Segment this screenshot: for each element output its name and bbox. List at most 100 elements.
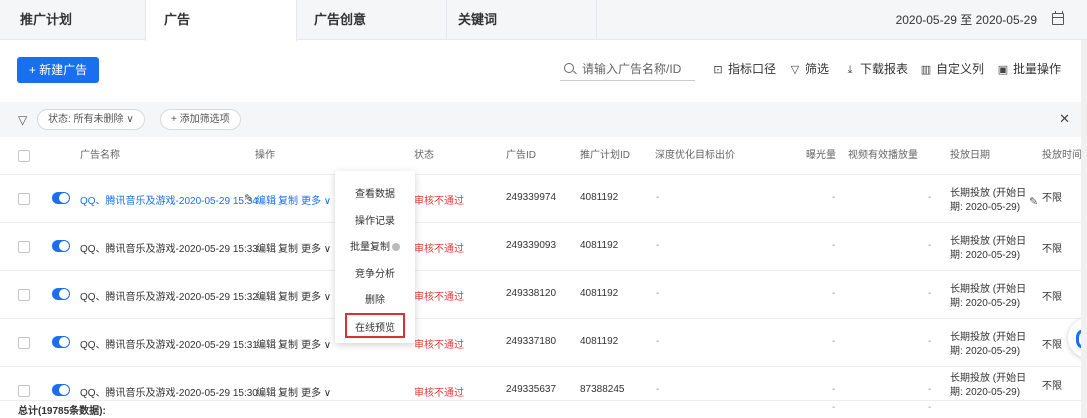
search-input[interactable] <box>582 59 692 79</box>
ad-name[interactable]: QQ、腾讯音乐及游戏-2020-05-29 15:31 <box>80 336 258 351</box>
ad-toggle[interactable] <box>52 240 70 252</box>
add-filter-button[interactable]: + 添加筛选项 <box>160 109 241 130</box>
help-icon <box>392 243 400 252</box>
impressions: - <box>832 384 836 395</box>
video-plays: - <box>928 192 932 203</box>
calendar-icon[interactable] <box>1052 11 1064 25</box>
more-dropdown[interactable]: 更多 ∨ <box>301 288 331 303</box>
total-video-plays: - <box>928 402 932 413</box>
tab-ads[interactable]: 广告 <box>145 0 297 41</box>
highlight-box <box>345 313 405 338</box>
deep-bid: - <box>656 384 660 395</box>
ad-toggle[interactable] <box>52 192 70 204</box>
edit-link[interactable]: 编辑 <box>256 192 276 207</box>
tab-creative[interactable]: 广告创意 <box>297 0 447 40</box>
plan-id: 4081192 <box>580 288 619 299</box>
col-deep-bid: 深度优化目标出价 <box>655 150 735 161</box>
more-dropdown[interactable]: 更多 ∨ <box>301 336 331 351</box>
row-checkbox[interactable] <box>18 289 30 301</box>
ad-id: 249337180 <box>506 336 557 347</box>
col-ad-name: 广告名称 <box>80 150 120 161</box>
status-text: 审核不通过 <box>414 244 464 255</box>
total-label: 总计(19785条数据): <box>18 406 106 417</box>
tab-bar: 推广计划 广告 广告创意 关键词 2020-05-29 至 2020-05-29 <box>0 0 1087 41</box>
copy-link[interactable]: 复制 <box>278 192 298 207</box>
menu-competition-analysis[interactable]: 竞争分析 <box>335 265 415 280</box>
ad-name[interactable]: QQ、腾讯音乐及游戏-2020-05-29 15:33 <box>80 240 258 255</box>
more-menu: 查看数据 操作记录 批量复制 竞争分析 删除 在线预览 <box>335 171 415 343</box>
col-delivery-date: 投放日期 <box>950 150 990 161</box>
delivery-date-line2: 期: 2020-05-29) <box>950 387 1021 398</box>
metric-caliber-button[interactable]: ⊡ 指标口径 <box>712 59 776 79</box>
edit-icon[interactable]: ✎ <box>244 192 254 205</box>
copy-link[interactable]: 复制 <box>278 384 298 399</box>
batch-ops-button[interactable]: ▣ 批量操作 <box>997 59 1061 79</box>
col-delivery-time: 投放时间 <box>1042 150 1082 161</box>
copy-link[interactable]: 复制 <box>278 336 298 351</box>
tab-keywords[interactable]: 关键词 <box>447 0 597 40</box>
status-filter-chip[interactable]: 状态: 所有未删除 ∨ <box>37 109 145 130</box>
funnel-icon[interactable]: ▽ <box>18 113 27 127</box>
select-all-checkbox[interactable] <box>18 150 30 162</box>
date-range[interactable]: 2020-05-29 至 2020-05-29 <box>896 0 1037 40</box>
download-report-label: 下载报表 <box>860 62 909 76</box>
copy-link[interactable]: 复制 <box>278 240 298 255</box>
impressions: - <box>832 288 836 299</box>
copy-link[interactable]: 复制 <box>278 288 298 303</box>
impressions: - <box>832 240 836 251</box>
menu-batch-copy[interactable]: 批量复制 <box>335 238 415 253</box>
ad-name[interactable]: QQ、腾讯音乐及游戏-2020-05-29 15:34 <box>80 192 258 207</box>
close-icon[interactable]: ✕ <box>1059 111 1070 127</box>
deep-bid: - <box>656 192 660 203</box>
delivery-date-line1: 长期投放 (开始日 <box>950 236 1027 247</box>
table-row: QQ、腾讯音乐及游戏-2020-05-29 15:32 编辑 复制 更多 ∨ 审… <box>0 271 1087 319</box>
more-dropdown[interactable]: 更多 ∨ <box>301 192 331 207</box>
edit-date-icon[interactable]: ✎ <box>1029 195 1039 208</box>
plan-id: 4081192 <box>580 240 619 251</box>
vertical-scrollbar[interactable] <box>1081 40 1087 418</box>
filter-button[interactable]: ▽ 筛选 <box>789 59 829 79</box>
edit-link[interactable]: 编辑 <box>256 240 276 255</box>
tab-plan[interactable]: 推广计划 <box>20 0 72 40</box>
menu-delete[interactable]: 删除 <box>335 291 415 306</box>
total-impressions: - <box>832 402 836 413</box>
custom-columns-label: 自定义列 <box>936 62 985 76</box>
row-checkbox[interactable] <box>18 241 30 253</box>
menu-view-data[interactable]: 查看数据 <box>335 185 415 200</box>
ad-toggle[interactable] <box>52 336 70 348</box>
status-text: 审核不通过 <box>414 340 464 351</box>
menu-operation-log[interactable]: 操作记录 <box>335 212 415 227</box>
ad-id: 249339974 <box>506 192 557 203</box>
delivery-date-line1: 长期投放 (开始日 <box>950 332 1027 343</box>
columns-icon: ▥ <box>920 64 932 76</box>
ad-name[interactable]: QQ、腾讯音乐及游戏-2020-05-29 15:32 <box>80 288 258 303</box>
col-plan-id: 推广计划ID <box>580 150 630 161</box>
ad-name[interactable]: QQ、腾讯音乐及游戏-2020-05-29 15:30 <box>80 384 258 399</box>
row-checkbox[interactable] <box>18 385 30 397</box>
plan-id: 4081192 <box>580 336 619 347</box>
ad-toggle[interactable] <box>52 288 70 300</box>
row-checkbox[interactable] <box>18 193 30 205</box>
table-row: QQ、腾讯音乐及游戏-2020-05-29 15:30 编辑 复制 更多 ∨ 审… <box>0 367 1087 401</box>
ad-toggle[interactable] <box>52 384 70 396</box>
edit-link[interactable]: 编辑 <box>256 336 276 351</box>
delivery-time: 不限 <box>1042 340 1062 351</box>
deep-bid: - <box>656 288 660 299</box>
custom-columns-button[interactable]: ▥ 自定义列 <box>920 59 984 79</box>
col-actions: 操作 <box>255 150 275 161</box>
video-plays: - <box>928 240 932 251</box>
delivery-time: 不限 <box>1042 193 1062 204</box>
more-dropdown[interactable]: 更多 ∨ <box>301 240 331 255</box>
batch-ops-label: 批量操作 <box>1013 62 1062 76</box>
edit-link[interactable]: 编辑 <box>256 384 276 399</box>
edit-link[interactable]: 编辑 <box>256 288 276 303</box>
video-plays: - <box>928 336 932 347</box>
new-ad-button[interactable]: + 新建广告 <box>17 57 99 83</box>
col-video-plays: 视频有效播放量 <box>848 150 918 161</box>
row-checkbox[interactable] <box>18 337 30 349</box>
delivery-time: 不限 <box>1042 292 1062 303</box>
status-text: 审核不通过 <box>414 292 464 303</box>
table-row: QQ、腾讯音乐及游戏-2020-05-29 15:31 编辑 复制 更多 ∨ 审… <box>0 319 1087 367</box>
more-dropdown[interactable]: 更多 ∨ <box>301 384 331 399</box>
download-report-button[interactable]: ⤓ 下载报表 <box>844 59 908 79</box>
